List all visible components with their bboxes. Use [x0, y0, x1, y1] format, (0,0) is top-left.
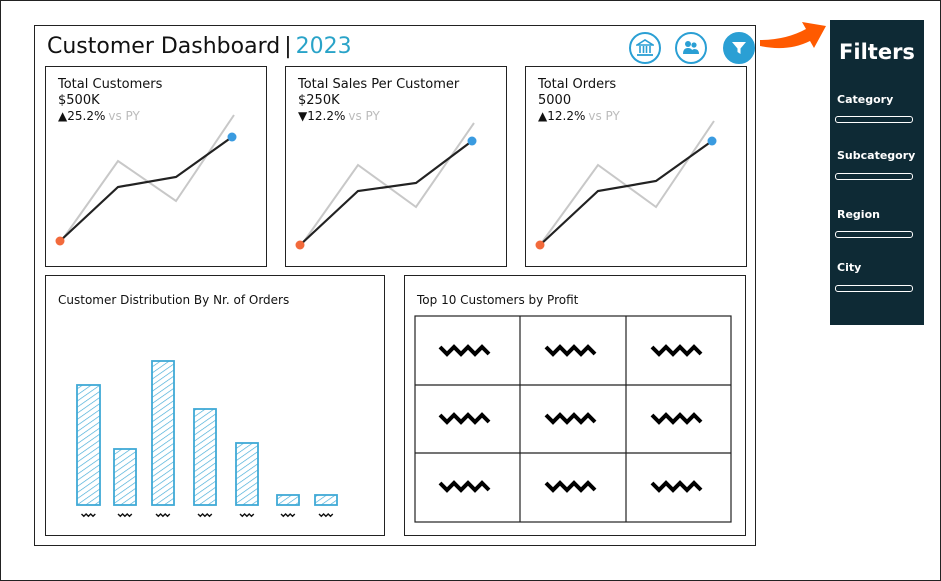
bar-chart — [76, 360, 338, 518]
kpi-change-value: 25.2% — [67, 109, 106, 123]
kpi-value: $500K — [58, 93, 100, 108]
kpi-change-value: 12.2% — [547, 109, 586, 123]
bar-3 — [151, 360, 175, 506]
kpi-title: Total Orders — [538, 77, 617, 92]
kpi-vs-label: vs PY — [588, 109, 620, 123]
filter-label-region: Region — [837, 208, 880, 221]
top-customers-table — [414, 315, 732, 523]
bank-icon[interactable] — [629, 32, 661, 64]
kpi-change-value: 12.2% — [307, 109, 346, 123]
tick-label-squiggle — [81, 513, 96, 518]
bar-5 — [235, 442, 259, 506]
users-icon[interactable] — [675, 32, 707, 64]
trend-up-icon: ▲ — [538, 109, 548, 123]
arrow-icon — [760, 22, 826, 49]
tick-label-squiggle — [280, 513, 296, 518]
tick-label-squiggle — [197, 513, 213, 518]
kpi-title: Total Sales Per Customer — [298, 77, 460, 92]
kpi-card-total-customers: Total Customers $500K ▲25.2% vs PY — [45, 66, 267, 267]
category-filter-input[interactable] — [835, 116, 913, 123]
kpi-title: Total Customers — [58, 77, 163, 92]
bar-6 — [276, 494, 300, 506]
tick-label-squiggle — [318, 513, 334, 518]
dashboard-title: Customer Dashboard — [47, 34, 281, 59]
page-title: Customer Dashboard | 2023 — [47, 34, 352, 59]
filters-title: Filters — [839, 40, 915, 64]
bar-4 — [193, 408, 217, 506]
kpi-change: ▼12.2% vs PY — [298, 109, 380, 123]
title-separator: | — [284, 34, 292, 59]
bar-1 — [76, 384, 101, 506]
top-customers-panel: Top 10 Customers by Profit — [404, 275, 746, 536]
bar-chart-title: Customer Distribution By Nr. of Orders — [58, 293, 290, 307]
tick-label-squiggle — [155, 513, 171, 518]
region-filter-input[interactable] — [835, 231, 913, 238]
dashboard-year: 2023 — [295, 34, 352, 59]
tick-label-squiggle — [239, 513, 255, 518]
filter-label-category: Category — [837, 93, 894, 106]
kpi-vs-label: vs PY — [348, 109, 380, 123]
trend-down-icon: ▼ — [298, 109, 308, 123]
bar-chart-panel: Customer Distribution By Nr. of Orders — [45, 275, 385, 536]
kpi-card-sales-per-customer: Total Sales Per Customer $250K ▼12.2% vs … — [285, 66, 507, 267]
kpi-value: 5000 — [538, 93, 572, 108]
bar-2 — [113, 448, 137, 506]
kpi-vs-label: vs PY — [108, 109, 140, 123]
kpi-value: $250K — [298, 93, 340, 108]
dashboard-canvas: Customer Dashboard | 2023 Total Customer… — [34, 25, 756, 546]
filter-label-subcategory: Subcategory — [837, 149, 916, 162]
subcategory-filter-input[interactable] — [835, 173, 913, 180]
kpi-change: ▲25.2% vs PY — [58, 109, 140, 123]
filters-sidebar: Filters Category Subcategory Region City — [830, 20, 924, 325]
filter-label-city: City — [837, 261, 862, 274]
filter-icon[interactable] — [723, 32, 755, 64]
tick-label-squiggle — [117, 513, 133, 518]
city-filter-input[interactable] — [835, 285, 913, 292]
bar-7 — [314, 494, 338, 506]
trend-up-icon: ▲ — [58, 109, 68, 123]
kpi-card-total-orders: Total Orders 5000 ▲12.2% vs PY — [525, 66, 747, 267]
kpi-change: ▲12.2% vs PY — [538, 109, 620, 123]
